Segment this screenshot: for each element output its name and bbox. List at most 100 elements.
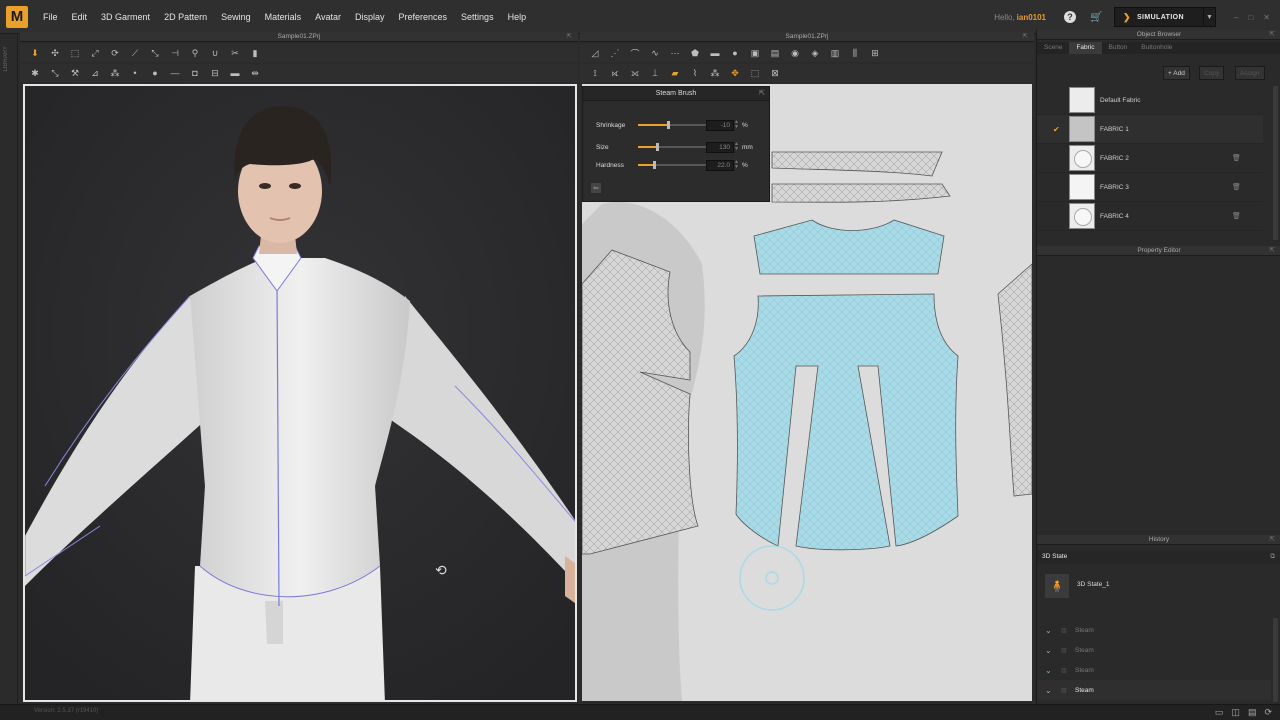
tab-buttonhole[interactable]: Buttonhole	[1134, 42, 1179, 54]
history-scrollbar[interactable]	[1273, 618, 1278, 702]
history-pin-icon[interactable]: ⇱	[1270, 535, 1275, 545]
grid-icon[interactable]: ⊞	[868, 47, 882, 59]
fabric-icon[interactable]: ▬	[228, 67, 242, 79]
tab-fabric[interactable]: Fabric	[1069, 42, 1102, 54]
transform-pattern-icon[interactable]: ◿	[588, 47, 602, 59]
object-browser-pin-icon[interactable]: ⇱	[1270, 30, 1275, 40]
ruler-icon[interactable]: ▮	[248, 47, 262, 59]
pointer-icon[interactable]: ⬇	[28, 47, 42, 59]
move-icon[interactable]: ✣	[48, 47, 62, 59]
internal-polygon-icon[interactable]: ▣	[748, 47, 762, 59]
menu-3d-garment[interactable]: 3D Garment	[94, 12, 157, 22]
panel-2d-pin-icon[interactable]: ⇱	[1023, 32, 1028, 42]
tab-scene[interactable]: Scene	[1037, 42, 1069, 54]
history-item[interactable]: ⌄ ▥ Steam	[1037, 660, 1271, 680]
expand-icon[interactable]: ⇹	[248, 67, 262, 79]
internal-circle-icon[interactable]: ◉	[788, 47, 802, 59]
edit-point-icon[interactable]: ⋰	[608, 47, 622, 59]
add-fabric-button[interactable]: + Add	[1163, 66, 1190, 80]
trash-icon[interactable]: 🗑	[1232, 183, 1241, 191]
line-icon[interactable]: —	[168, 67, 182, 79]
size-stepper[interactable]: ▲ ▼	[734, 142, 739, 152]
menu-edit[interactable]: Edit	[65, 12, 95, 22]
edit-sewing-icon[interactable]: ⟗	[628, 67, 642, 79]
size-value[interactable]: 130	[706, 141, 734, 153]
menu-sewing[interactable]: Sewing	[214, 12, 258, 22]
fold-arrange-icon[interactable]: ⌇	[688, 67, 702, 79]
layout-icon[interactable]: ▤	[1248, 707, 1257, 718]
hardness-value[interactable]: 22.0	[706, 159, 734, 171]
tab-button[interactable]: Button	[1102, 42, 1135, 54]
steam-icon[interactable]: ▰	[668, 67, 682, 79]
fabric-item[interactable]: Default Fabric	[1037, 86, 1263, 115]
tack-on-avatar-icon[interactable]: ⟘	[648, 67, 662, 79]
single-view-icon[interactable]: ▭	[1215, 707, 1224, 718]
texture-edit-icon[interactable]: ⁂	[708, 67, 722, 79]
edit-curvature-icon[interactable]: ∿	[648, 47, 662, 59]
pattern-rect-icon[interactable]: ▬	[708, 47, 722, 59]
point-icon[interactable]: •	[128, 67, 142, 79]
menu-materials[interactable]: Materials	[258, 12, 309, 22]
pin-2d-icon[interactable]: ✥	[728, 67, 742, 79]
history-item[interactable]: ⌄ ▥ Steam	[1037, 620, 1271, 640]
shrinkage-slider[interactable]	[638, 121, 708, 129]
pattern-circle-icon[interactable]: ●	[728, 47, 742, 59]
shrinkage-value[interactable]: -10	[706, 119, 734, 131]
history-item-current[interactable]: ⌄ ▥ Steam	[1037, 680, 1271, 700]
assign-fabric-button[interactable]: Assign	[1235, 66, 1265, 80]
split-view-icon[interactable]: ◫	[1231, 707, 1240, 718]
fit-icon[interactable]: ⤡	[48, 67, 62, 79]
add-point-icon[interactable]: ⋯	[668, 47, 682, 59]
maximize-button[interactable]: □	[1248, 13, 1253, 22]
fold-icon[interactable]: ⤡	[148, 47, 162, 59]
segment-sewing-icon[interactable]: ⟟	[588, 67, 602, 79]
measure-icon[interactable]: ⊿	[88, 67, 102, 79]
lasso-icon[interactable]: ⟳	[108, 47, 122, 59]
viewport-3d[interactable]: 👕 👤 ▰ ☻ ⟲	[23, 84, 577, 702]
panel-pin-icon[interactable]: ⇱	[567, 32, 572, 42]
menu-preferences[interactable]: Preferences	[392, 12, 455, 22]
username[interactable]: ian0101	[1017, 13, 1046, 22]
dart-icon[interactable]: ◈	[808, 47, 822, 59]
graphic-icon[interactable]: ⊠	[768, 67, 782, 79]
menu-display[interactable]: Display	[348, 12, 392, 22]
magnet-icon[interactable]: ∪	[208, 47, 222, 59]
history-state-row[interactable]: 🧍 3D State_1	[1037, 568, 1271, 602]
trace-icon[interactable]: ▥	[828, 47, 842, 59]
pattern-polygon-icon[interactable]: ⬟	[688, 47, 702, 59]
back-arrow-icon[interactable]: ⇐	[591, 183, 601, 193]
menu-file[interactable]: File	[36, 12, 65, 22]
trash-icon[interactable]: 🗑	[1232, 212, 1241, 220]
menu-help[interactable]: Help	[501, 12, 534, 22]
help-button[interactable]: ?	[1064, 11, 1076, 23]
property-editor-pin-icon[interactable]: ⇱	[1270, 246, 1275, 256]
avatar-icon[interactable]: ✱	[28, 67, 42, 79]
minimize-button[interactable]: –	[1234, 13, 1238, 22]
size-slider[interactable]	[638, 143, 708, 151]
brush-icon[interactable]: ⟋	[128, 47, 142, 59]
library-strip[interactable]: LIBRARY	[0, 34, 18, 704]
menu-settings[interactable]: Settings	[454, 12, 501, 22]
gift-icon[interactable]: 🛒	[1090, 12, 1102, 23]
select-icon[interactable]: ⬚	[68, 47, 82, 59]
shirt-icon[interactable]: ⚒	[68, 67, 82, 79]
pin-icon[interactable]: ⚲	[188, 47, 202, 59]
circle-icon[interactable]: ●	[148, 67, 162, 79]
fabric-item[interactable]: ✔ FABRIC 1	[1037, 115, 1263, 144]
fabric-item[interactable]: FABRIC 2 🗑	[1037, 144, 1263, 173]
fabric-item[interactable]: FABRIC 3 🗑	[1037, 173, 1263, 202]
fabric-item[interactable]: FABRIC 4 🗑	[1037, 202, 1263, 231]
tack-icon[interactable]: ⊣	[168, 47, 182, 59]
hardness-slider[interactable]	[638, 161, 708, 169]
menu-2d-pattern[interactable]: 2D Pattern	[157, 12, 214, 22]
edit-curve-icon[interactable]: ⌒	[628, 47, 642, 59]
free-sewing-icon[interactable]: ⟖	[608, 67, 622, 79]
cut-icon[interactable]: ✂	[228, 47, 242, 59]
panel-collapse-icon[interactable]: ⇱	[759, 87, 765, 101]
symmetric-icon[interactable]: ⬚	[748, 67, 762, 79]
history-item[interactable]: ⌄ ▥ Steam	[1037, 640, 1271, 660]
transform-icon[interactable]: ⤢	[88, 47, 102, 59]
fabric-list-scrollbar[interactable]	[1273, 86, 1278, 240]
simulation-mode-button[interactable]: ❯ SIMULATION	[1114, 7, 1204, 27]
group-icon[interactable]: ◘	[188, 67, 202, 79]
